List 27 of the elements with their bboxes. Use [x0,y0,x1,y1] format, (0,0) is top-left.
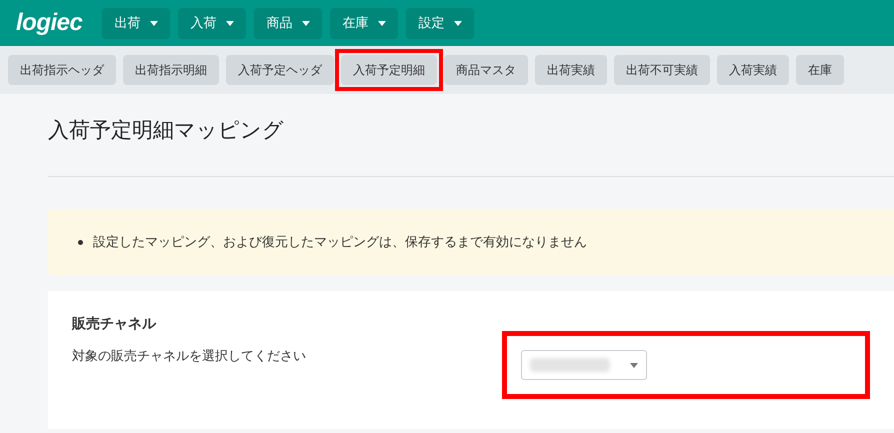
menu-button[interactable]: 在庫 [330,8,398,38]
tab[interactable]: 出荷指示明細 [123,55,219,85]
menu-button[interactable]: 入荷 [178,8,246,38]
menu-button[interactable]: 出荷 [102,8,170,38]
channel-select[interactable] [521,350,647,380]
section-description: 対象の販売チャネルを選択してください [72,348,307,365]
caret-icon [454,20,462,26]
tab[interactable]: 出荷実績 [535,55,607,85]
tab[interactable]: 入荷予定ヘッダ [226,55,334,85]
tab[interactable]: 入荷予定明細 [341,55,437,85]
notice-text: 設定したマッピング、および復元したマッピングは、保存するまで有効になりません [93,234,587,251]
tab[interactable]: 出荷指示ヘッダ [8,55,116,85]
caret-icon [378,20,386,26]
menu-button[interactable]: 設定 [406,8,474,38]
caret-icon [302,20,310,26]
section-heading: 販売チャネル [72,315,158,333]
caret-icon [630,362,638,368]
tab[interactable]: 商品マスタ [444,55,528,85]
caret-icon [226,20,234,26]
menu-button[interactable]: 商品 [254,8,322,38]
caret-icon [150,20,158,26]
page-title: 入荷予定明細マッピング [48,117,285,144]
bullet-icon [78,240,83,244]
tab[interactable]: 入荷実績 [717,55,789,85]
tab[interactable]: 出荷不可実績 [614,55,710,85]
tab[interactable]: 在庫 [796,55,844,85]
logo: logiec [16,9,82,37]
